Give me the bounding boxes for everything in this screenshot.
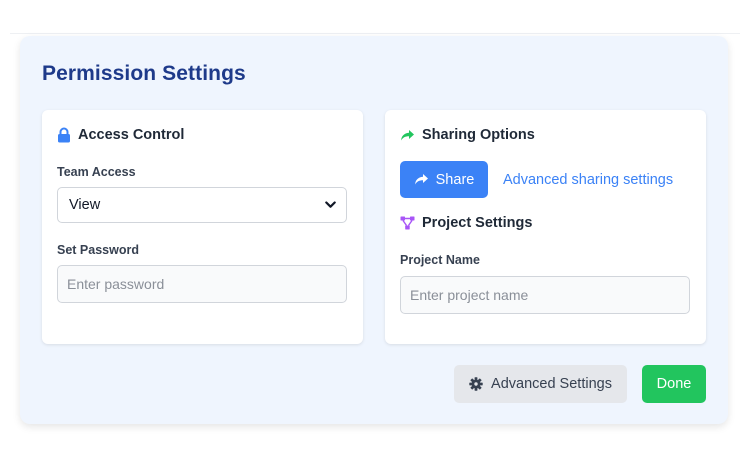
project-diagram-icon [400, 216, 415, 230]
permission-settings-panel: Permission Settings Access Control Team … [20, 36, 728, 424]
advanced-settings-label: Advanced Settings [491, 376, 612, 392]
project-settings-heading: Project Settings [400, 215, 532, 231]
share-button-label: Share [435, 171, 475, 188]
project-settings-heading-text: Project Settings [422, 215, 533, 231]
project-name-input[interactable] [400, 276, 690, 314]
sharing-options-heading: Sharing Options [400, 127, 535, 143]
team-access-select[interactable]: View [57, 187, 347, 223]
team-access-label: Team Access [57, 165, 136, 179]
sharing-options-heading-text: Sharing Options [422, 127, 535, 143]
share-button[interactable]: Share [400, 161, 488, 198]
top-divider [10, 33, 740, 34]
access-control-heading-text: Access Control [78, 127, 185, 143]
share-arrow-icon [401, 129, 414, 140]
sharing-project-card: Sharing Options Share Advanced sharing s… [385, 110, 706, 344]
lock-icon [58, 127, 70, 143]
access-control-heading: Access Control [57, 127, 184, 143]
project-name-label: Project Name [400, 253, 480, 267]
set-password-label: Set Password [57, 243, 139, 257]
share-arrow-icon [414, 174, 428, 185]
gear-icon [469, 377, 483, 391]
password-input[interactable] [57, 265, 347, 303]
advanced-settings-button[interactable]: Advanced Settings [454, 365, 627, 403]
team-access-selected-value: View [69, 197, 101, 213]
access-control-card: Access Control Team Access View Set Pass… [42, 110, 363, 344]
chevron-down-icon [325, 201, 336, 208]
panel-title: Permission Settings [42, 62, 246, 85]
done-button-label: Done [656, 376, 692, 392]
done-button[interactable]: Done [642, 365, 706, 403]
advanced-sharing-link[interactable]: Advanced sharing settings [503, 172, 673, 188]
